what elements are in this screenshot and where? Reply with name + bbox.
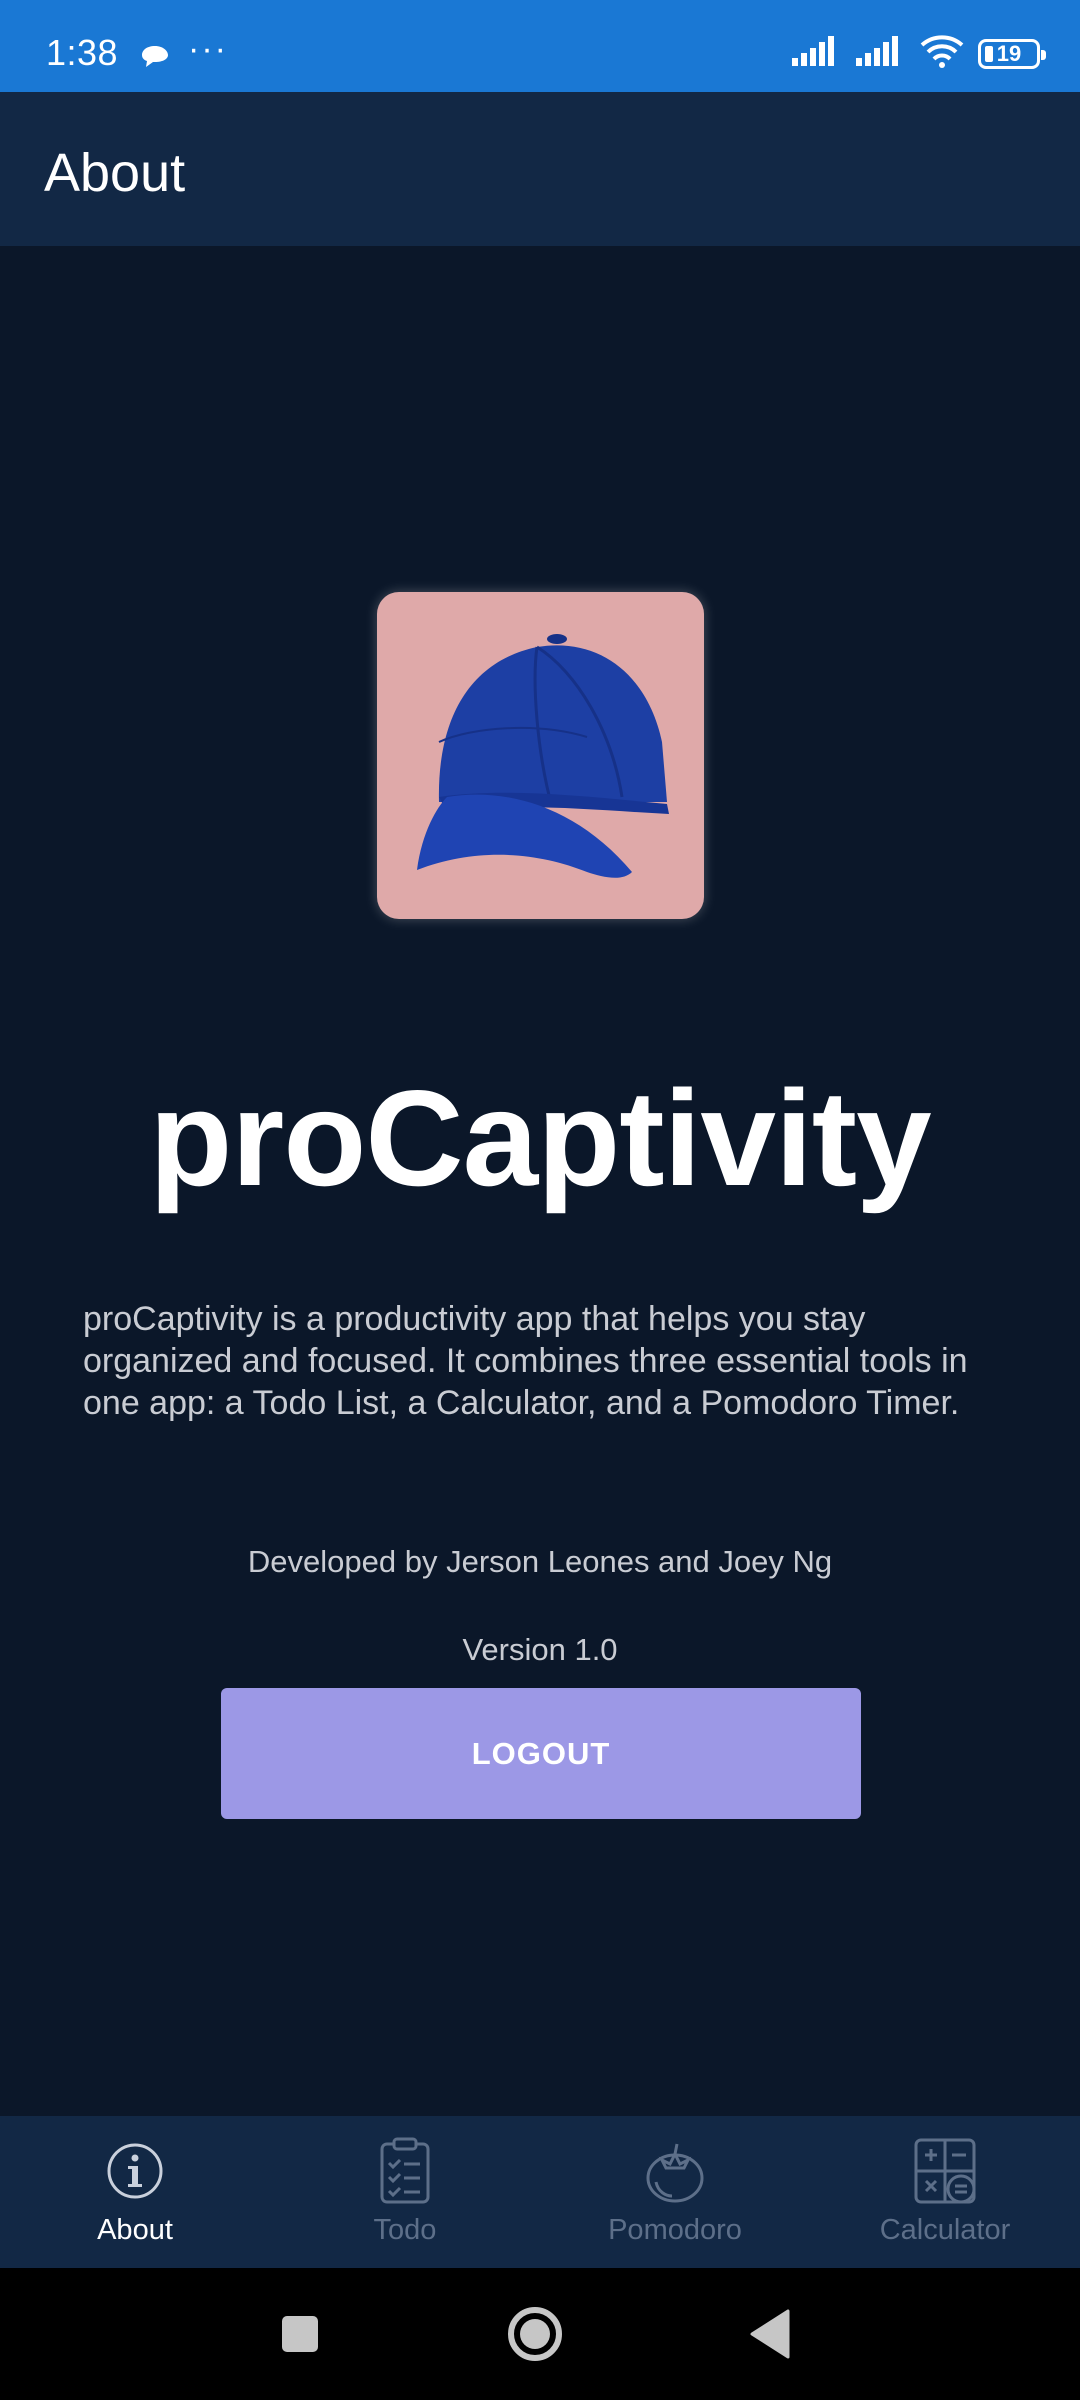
nav-item-about[interactable]: About <box>0 2116 270 2268</box>
app-name: proCaptivity <box>149 1062 931 1214</box>
baseball-cap-icon <box>417 634 669 878</box>
home-button[interactable] <box>495 2268 575 2400</box>
square-icon <box>282 2316 318 2352</box>
clipboard-checklist-icon <box>380 2137 430 2204</box>
nav-item-pomodoro[interactable]: Pomodoro <box>540 2116 810 2268</box>
version-label: Version 1.0 <box>462 1632 618 1667</box>
app-logo <box>377 592 704 919</box>
signal-icon <box>792 36 842 71</box>
nav-label-todo: Todo <box>373 2214 437 2246</box>
battery-level: 19 <box>996 40 1022 66</box>
info-icon <box>107 2143 163 2199</box>
nav-item-todo[interactable]: Todo <box>270 2116 540 2268</box>
chat-notification-icon <box>140 44 170 75</box>
nav-label-pomodoro: Pomodoro <box>608 2214 742 2246</box>
wifi-icon <box>920 34 964 73</box>
nav-label-about: About <box>97 2214 173 2246</box>
recent-apps-button[interactable] <box>260 2268 340 2400</box>
developers-credit: Developed by Jerson Leones and Joey Ng <box>247 1544 833 1579</box>
circle-icon <box>508 2307 562 2361</box>
calculator-icon <box>914 2138 976 2204</box>
signal-icon-2 <box>856 36 906 71</box>
app-description: proCaptivity is a productivity app that … <box>83 1300 968 1422</box>
back-triangle-icon <box>750 2309 790 2359</box>
battery-icon: 19 <box>978 38 1046 69</box>
app-bar: About <box>0 92 1080 246</box>
system-navigation-bar <box>0 2268 1080 2400</box>
logout-button[interactable]: LOGOUT <box>221 1688 861 1819</box>
status-bar: 1:38 ··· 19 <box>0 0 1080 92</box>
tomato-icon <box>646 2143 704 2203</box>
nav-item-calculator[interactable]: Calculator <box>810 2116 1080 2268</box>
more-notifications-icon: ··· <box>188 30 228 68</box>
page-title: About <box>44 143 186 203</box>
nav-label-calculator: Calculator <box>879 2214 1011 2246</box>
status-time: 1:38 <box>46 32 119 73</box>
back-button[interactable] <box>730 2268 810 2400</box>
bottom-navigation: About Todo Pomodoro Calculator <box>0 2116 1080 2268</box>
